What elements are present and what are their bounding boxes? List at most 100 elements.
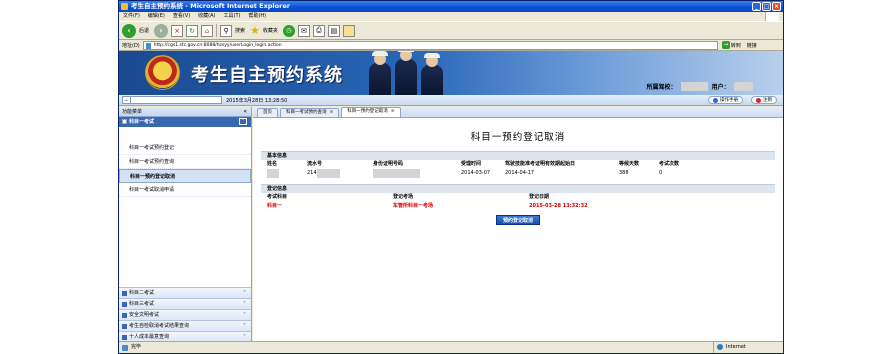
- tab-label[interactable]: 科目一预约登记取消: [347, 109, 388, 114]
- windows-logo-icon: [765, 12, 779, 21]
- collapse-icon[interactable]: «: [243, 107, 247, 117]
- header-subject: 考试科目: [267, 194, 288, 200]
- help-manual-button[interactable]: 操作手册: [708, 96, 743, 104]
- url-input[interactable]: http://cgs1.stc.gov.cn:8088/hzsyy/userLo…: [142, 40, 718, 50]
- cancel-registration-button[interactable]: 预约登记取消: [496, 215, 540, 225]
- fold-icon: [122, 324, 127, 329]
- user-info: 所属驾校： xxxxxxx 用户： xxxxx: [647, 82, 753, 91]
- print-icon[interactable]: ⎙: [312, 24, 325, 37]
- sidebar-item-register[interactable]: 科目一考试预约登记: [119, 141, 251, 155]
- date-dropdown[interactable]: ⌄: [122, 96, 222, 104]
- value-name: xxxx: [261, 169, 307, 178]
- favorites-star-icon[interactable]: ★: [250, 24, 260, 37]
- sidebar-item-query[interactable]: 科目一考试预约查询: [119, 155, 251, 169]
- go-arrow-icon[interactable]: →: [721, 41, 730, 49]
- toolbar-separator: [216, 24, 218, 37]
- section-label[interactable]: 科目一考试: [129, 119, 154, 125]
- value-accept-time: 2014-03-07: [461, 170, 491, 176]
- close-button[interactable]: ×: [772, 2, 781, 11]
- back-arrow-icon[interactable]: ‹: [122, 23, 136, 38]
- value-subject: 科目一: [267, 203, 283, 209]
- address-bar: 地址(D) http://cgs1.stc.gov.cn:8088/hzsyy/…: [119, 40, 783, 51]
- sidebar-fold-subject3[interactable]: 科目三考试 ˅: [119, 298, 251, 309]
- menu-view[interactable]: 查看(V): [173, 12, 190, 21]
- tab-label[interactable]: 科目一考试预约查询: [286, 110, 327, 115]
- value-id-number: xxxxxxxxxxxxxxxx: [373, 169, 461, 178]
- search-label[interactable]: 搜索: [235, 27, 245, 34]
- tab-query[interactable]: 科目一考试预约查询 ⊗: [280, 108, 340, 117]
- fold-label[interactable]: 科目三考试: [129, 301, 154, 307]
- sidebar-fold-subject2[interactable]: 科目二考试 ˅: [119, 287, 251, 298]
- basic-info-value-row: xxxx 214xxxxxxxx xxxxxxxxxxxxxxxx 2014-0…: [261, 169, 775, 178]
- tab-home[interactable]: 首页: [257, 108, 278, 117]
- mail-icon[interactable]: ✉: [297, 24, 310, 37]
- sidebar-title: 功能菜单: [122, 109, 143, 115]
- chevron-down-icon[interactable]: ⌄: [123, 97, 131, 103]
- value-wait-days: 388: [619, 170, 629, 176]
- portal-banner: 考生自主预约系统 所属驾校： xxxxxxx 用户： xxxxx: [119, 51, 783, 95]
- header-name: 姓名: [267, 161, 278, 167]
- fold-icon: [122, 335, 127, 340]
- main-panel: 首页 科目一考试预约查询 ⊗ 科目一预约登记取消 ⊗ 科目一预约登记取消 基本信息 …: [253, 107, 783, 342]
- go-button[interactable]: → 转到: [721, 41, 741, 49]
- go-label[interactable]: 转到: [731, 42, 741, 49]
- basic-info-heading: 基本信息: [261, 151, 775, 160]
- sidebar-item-cancel[interactable]: 科目一预约登记取消: [119, 169, 251, 183]
- fold-label[interactable]: 考生自检取消考试结果查询: [129, 323, 189, 329]
- value-register-date: 2015-03-28 13:32:32: [529, 203, 588, 209]
- sidebar-item-cancel-apply[interactable]: 科目一考试取消申请: [119, 183, 251, 197]
- logout-label[interactable]: 注销: [763, 97, 772, 103]
- user-value-redacted: xxxxx: [733, 82, 753, 91]
- fold-label[interactable]: 安全文明考试: [129, 312, 159, 318]
- serial-prefix: 214: [307, 170, 317, 176]
- home-icon[interactable]: ⌂: [201, 24, 214, 37]
- register-info-heading: 登记信息: [261, 184, 775, 193]
- fold-label[interactable]: 科目二考试: [129, 290, 154, 296]
- menu-file[interactable]: 文件(F): [123, 12, 140, 21]
- officers-image: [351, 51, 451, 95]
- menu-tools[interactable]: 工具(T): [224, 12, 241, 21]
- chevron-up-icon[interactable]: ⌃: [239, 118, 247, 125]
- favorites-label[interactable]: 收藏夹: [263, 27, 278, 34]
- menu-bar: 文件(F) 编辑(E) 查看(V) 收藏(A) 工具(T) 帮助(H): [119, 12, 783, 21]
- value-exam-site: 车管所科目一考场: [393, 203, 434, 209]
- links-label[interactable]: 链接: [747, 42, 757, 49]
- sidebar-fold-result-query[interactable]: 考生自检取消考试结果查询 ˅: [119, 320, 251, 331]
- tab-label[interactable]: 首页: [263, 110, 272, 115]
- menu-edit[interactable]: 编辑(E): [148, 12, 165, 21]
- logout-icon: [756, 97, 761, 103]
- close-tab-icon[interactable]: ⊗: [330, 110, 334, 115]
- history-icon[interactable]: ◷: [282, 24, 295, 37]
- sidebar-fold-safety[interactable]: 安全文明考试 ˅: [119, 309, 251, 320]
- sub-bar: ⌄ 2015年3月28日 13:28:50 操作手册 注销: [119, 95, 783, 106]
- menu-favorites[interactable]: 收藏(A): [198, 12, 215, 21]
- sidebar-section-subject1[interactable]: 科目一考试 ⌃: [119, 117, 251, 127]
- url-text[interactable]: http://cgs1.stc.gov.cn:8088/hzsyy/userLo…: [154, 43, 282, 48]
- forward-arrow-icon[interactable]: ›: [154, 23, 169, 38]
- close-tab-icon[interactable]: ⊗: [391, 109, 395, 114]
- window-title: 考生自主预约系统 - Microsoft Internet Explorer: [131, 2, 290, 10]
- fold-icon: [122, 313, 127, 318]
- stop-icon[interactable]: ×: [171, 24, 184, 37]
- header-serial: 流水号: [307, 161, 323, 167]
- value-exam-count: 0: [659, 170, 663, 176]
- globe-icon: [717, 344, 723, 350]
- title-bar: 考生自主预约系统 - Microsoft Internet Explorer _…: [119, 1, 783, 12]
- maximize-button[interactable]: □: [762, 2, 771, 11]
- folder-icon[interactable]: [342, 24, 355, 37]
- refresh-icon[interactable]: ↻: [186, 24, 199, 37]
- help-label[interactable]: 操作手册: [720, 97, 738, 103]
- minimize-button[interactable]: _: [752, 2, 761, 11]
- tab-cancel[interactable]: 科目一预约登记取消 ⊗: [341, 107, 401, 117]
- back-label[interactable]: 后退: [139, 27, 149, 34]
- page-done-icon: [122, 345, 128, 351]
- ie-app-icon: [121, 3, 128, 10]
- sidebar: 功能菜单 « 科目一考试 ⌃ 科目一考试预约登记 科目一考试预约查询 科目一预约…: [119, 107, 252, 342]
- header-wait-days: 等候天数: [619, 161, 640, 167]
- menu-help[interactable]: 帮助(H): [248, 12, 266, 21]
- edit-icon[interactable]: ▤: [327, 24, 340, 37]
- fold-label[interactable]: 十人成本最意查询: [129, 334, 169, 340]
- search-icon[interactable]: ⚲: [220, 24, 233, 37]
- logout-button[interactable]: 注销: [751, 96, 777, 104]
- value-valid-start: 2014-04-17: [505, 170, 535, 176]
